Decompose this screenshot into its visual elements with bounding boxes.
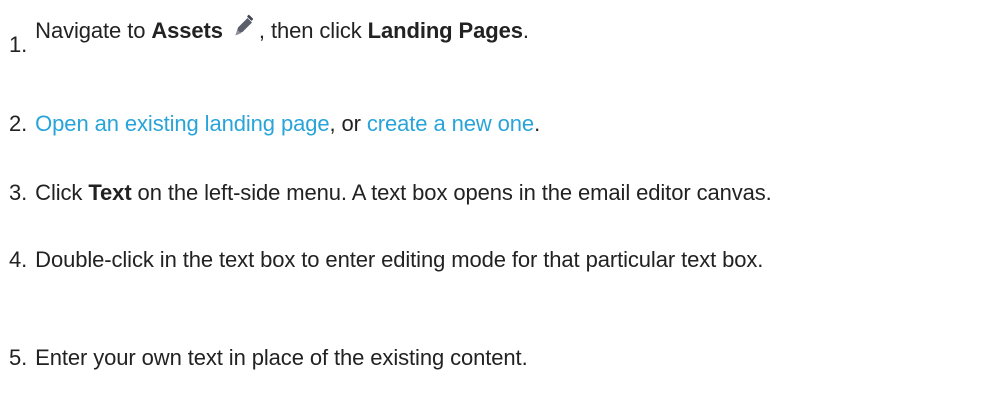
step-1: 1. Navigate to Assets, then click Landing… bbox=[9, 14, 529, 57]
text-label: Text bbox=[88, 180, 132, 205]
step-number: 2. bbox=[9, 111, 28, 136]
step-number: 1. bbox=[9, 32, 28, 57]
step-4: 4. Double-click in the text box to enter … bbox=[9, 247, 764, 272]
step-2: 2. Open an existing landing page, or crea… bbox=[9, 111, 541, 136]
open-existing-landing-page-link[interactable]: Open an existing landing page bbox=[35, 111, 329, 136]
pencil-edit-icon bbox=[229, 13, 257, 41]
assets-label: Assets bbox=[151, 18, 223, 43]
step-number: 5. bbox=[9, 345, 28, 370]
create-new-landing-page-link[interactable]: create a new one bbox=[367, 111, 534, 136]
step-number: 4. bbox=[9, 247, 28, 272]
step-3: 3. Click Text on the left-side menu. A te… bbox=[9, 180, 772, 205]
landing-pages-label: Landing Pages bbox=[367, 18, 523, 43]
step-number: 3. bbox=[9, 180, 28, 205]
step-5: 5. Enter your own text in place of the ex… bbox=[9, 345, 528, 370]
step-text: Navigate to Assets, then click Landing P… bbox=[35, 14, 529, 45]
